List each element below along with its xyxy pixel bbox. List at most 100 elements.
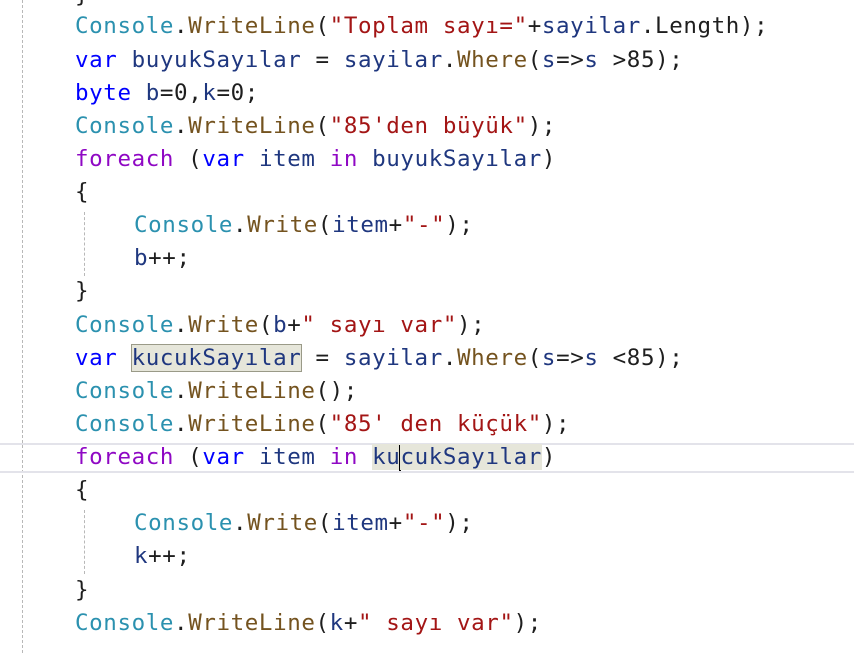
code-token: } [75, 278, 90, 304]
code-token: ( [317, 510, 333, 536]
code-token: . [442, 47, 458, 73]
code-line[interactable]: Console.Write(b+" sayı var"); [75, 309, 485, 342]
code-token: Write [247, 510, 318, 536]
code-token: ); [445, 510, 474, 536]
code-token: WriteLine [188, 113, 316, 139]
code-token: WriteLine [188, 610, 316, 636]
code-token: kucukSayılar [130, 344, 303, 372]
code-token: ( [315, 13, 330, 39]
code-token: buyukSayılar [372, 146, 542, 172]
code-line[interactable]: k++; [134, 540, 191, 573]
code-token: ); [457, 312, 486, 338]
code-token: ); [513, 610, 542, 636]
code-line[interactable]: Console.WriteLine("Toplam sayı="+sayilar… [75, 10, 768, 43]
code-token: b [273, 312, 288, 338]
code-token: <85); [598, 345, 684, 371]
code-line[interactable]: Console.Write(item+"-"); [134, 507, 474, 540]
code-line[interactable]: } [75, 275, 89, 308]
code-line[interactable]: b++; [134, 242, 191, 275]
code-token: =0, [159, 80, 203, 106]
code-token: ( [174, 444, 203, 470]
code-line[interactable]: Console.WriteLine("85' den küçük"); [75, 408, 570, 441]
code-token: ( [174, 146, 203, 172]
code-token: ) [541, 146, 557, 172]
code-line[interactable]: } [75, 574, 89, 607]
code-token: + [388, 510, 403, 536]
code-token: WriteLine [188, 411, 316, 437]
code-token: . [233, 212, 248, 238]
code-token: + [287, 312, 302, 338]
code-token: " sayı var" [301, 312, 457, 338]
code-token: WriteLine [188, 13, 316, 39]
code-token: + [343, 610, 358, 636]
code-line[interactable]: byte b=0,k=0; [75, 77, 259, 110]
code-token: s [541, 47, 557, 73]
code-token: . [174, 113, 189, 139]
code-line[interactable]: Console.WriteLine(); [75, 375, 358, 408]
code-token: k [134, 543, 149, 569]
code-token: s [541, 345, 557, 371]
code-token: . [174, 378, 189, 404]
code-token: Console [75, 610, 175, 636]
code-token: sayilar [343, 345, 443, 371]
code-token: var [75, 47, 118, 73]
code-token: Console [75, 411, 175, 437]
code-token: k [329, 610, 344, 636]
code-token: Write [188, 312, 259, 338]
code-token: WriteLine [188, 378, 316, 404]
code-token: . [442, 345, 458, 371]
code-line[interactable]: Console.WriteLine(k+" sayı var"); [75, 607, 542, 640]
code-line[interactable]: Console.Write(item+"-"); [134, 209, 474, 242]
code-token: s [584, 47, 599, 73]
code-line[interactable]: var kucukSayılar = sayilar.Where(s=>s <8… [75, 342, 683, 375]
code-token: >85); [598, 47, 684, 73]
code-token: .Length); [640, 13, 769, 39]
code-token: in [329, 444, 358, 470]
code-token: { [75, 477, 90, 503]
code-line[interactable]: Console.WriteLine("85'den büyük"); [75, 110, 556, 143]
code-token: ++; [148, 245, 191, 271]
code-token: s [584, 345, 599, 371]
code-token: "85'den büyük" [329, 113, 528, 139]
code-token: cukSayılar [400, 444, 542, 470]
code-token: Console [75, 312, 175, 338]
code-token: item [258, 146, 316, 172]
code-token: Where [457, 345, 528, 371]
code-token: ( [315, 411, 330, 437]
code-token: var [75, 345, 118, 371]
code-token: => [556, 345, 585, 371]
code-token: byte [75, 80, 132, 106]
code-editor[interactable]: } Console.WriteLine("Toplam sayı="+sayila… [0, 0, 854, 653]
code-token: ( [527, 345, 542, 371]
code-token: var [202, 146, 245, 172]
code-line[interactable]: var buyukSayılar = sayilar.Where(s=>s >8… [75, 44, 683, 77]
code-token: = [301, 345, 344, 371]
code-token: var [202, 444, 245, 470]
code-token: " sayı var" [357, 610, 514, 636]
code-line[interactable]: { [75, 176, 89, 209]
code-token: ( [317, 212, 333, 238]
code-token: ); [445, 212, 474, 238]
code-token: "-" [402, 510, 446, 536]
code-token: . [174, 411, 189, 437]
code-token: item [258, 444, 316, 470]
code-line[interactable]: foreach (var item in buyukSayılar) [75, 143, 556, 176]
code-token: item [332, 212, 389, 238]
code-token: item [332, 510, 389, 536]
code-token: . [233, 510, 248, 536]
code-token: Console [134, 510, 234, 536]
code-token: foreach [75, 444, 175, 470]
code-line[interactable]: foreach (var item in kucukSayılar) [75, 441, 556, 474]
code-line[interactable]: { [75, 474, 89, 507]
code-token: ( [315, 610, 330, 636]
code-token: Console [75, 13, 175, 39]
